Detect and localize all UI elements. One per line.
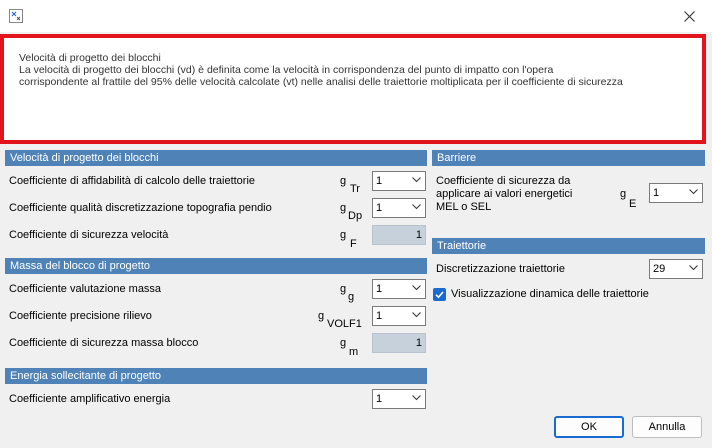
sicurezza-massa-field: 1 [372, 333, 426, 353]
row-subscript: m [349, 346, 359, 358]
row-label-sicurezza-massa: Coefficiente di sicurezza massa blocco [9, 337, 199, 349]
barriers-label-line-2: applicare ai valori energetici [436, 188, 573, 200]
close-icon [683, 10, 695, 22]
row-subscript: F [350, 238, 357, 250]
title-bar [0, 0, 712, 32]
sicurezza-velocita-field: 1 [372, 225, 426, 245]
select-value: 1 [376, 393, 383, 405]
barriers-safety-select[interactable]: 1 [649, 183, 703, 203]
row-label-precisione-rilievo: Coefficiente precisione rilievo [9, 310, 152, 322]
row-subscript: Tr [350, 183, 360, 195]
select-value: 1 [376, 310, 383, 322]
trajectories-discretization-label: Discretizzazione traiettorie [436, 263, 565, 275]
barriers-label-line-3: MEL o SEL [436, 201, 492, 213]
checkmark-icon [435, 291, 444, 299]
chevron-down-icon [412, 177, 421, 183]
info-line-2: corrispondente al frattile del 95% delle… [19, 76, 623, 88]
row-label-sicurezza-velocita: Coefficiente di sicurezza velocità [9, 229, 169, 241]
select-value: 1 [376, 202, 383, 214]
row-symbol-gamma: g [340, 229, 347, 241]
chevron-down-icon [412, 312, 421, 318]
dynamic-visualization-checkbox[interactable] [433, 288, 446, 301]
section-header-mass: Massa del blocco di progetto [5, 258, 427, 274]
dynamic-visualization-label: Visualizzazione dinamica delle traiettor… [451, 288, 649, 300]
section-header-trajectories: Traiettorie [432, 238, 705, 254]
amplificativo-energia-select[interactable]: 1 [372, 389, 426, 409]
row-subscript: VOLF1 [327, 318, 362, 330]
info-title: Velocità di progetto dei blocchi [19, 52, 161, 64]
chevron-down-icon [412, 395, 421, 401]
row-symbol-gamma: g [318, 310, 325, 322]
info-line-1: La velocità di progetto dei blocchi (vd)… [19, 64, 554, 76]
chevron-down-icon [689, 265, 698, 271]
row-subscript: g [348, 291, 355, 303]
precisione-rilievo-select[interactable]: 1 [372, 306, 426, 326]
row-label-affidabilita: Coefficiente di affidabilità di calcolo … [9, 175, 256, 187]
row-subscript: E [629, 198, 637, 210]
trajectories-discretization-select[interactable]: 29 [649, 259, 703, 279]
valutazione-massa-select[interactable]: 1 [372, 279, 426, 299]
row-symbol-gamma: g [340, 202, 347, 214]
row-symbol-gamma: g [340, 175, 347, 187]
section-header-energy: Energia sollecitante di progetto [5, 368, 427, 384]
row-symbol-gamma: g [340, 283, 347, 295]
select-value: 1 [376, 283, 383, 295]
affidabilita-select[interactable]: 1 [372, 171, 426, 191]
chevron-down-icon [412, 204, 421, 210]
row-symbol-gamma: g [620, 188, 627, 200]
select-value: 1 [653, 187, 660, 199]
select-value: 1 [376, 175, 383, 187]
section-header-barriers: Barriere [432, 150, 705, 166]
row-label-discretizzazione: Coefficiente qualità discretizzazione to… [9, 202, 272, 214]
chevron-down-icon [412, 285, 421, 291]
barriers-label-line-1: Coefficiente di sicurezza da [436, 175, 571, 187]
row-label-amplificativo-energia: Coefficiente amplificativo energia [9, 393, 171, 405]
discretizzazione-select[interactable]: 1 [372, 198, 426, 218]
select-value: 29 [653, 263, 666, 275]
row-subscript: Dp [348, 210, 363, 222]
app-icon [9, 9, 23, 23]
section-header-velocity: Velocità di progetto dei blocchi [5, 150, 427, 166]
close-button[interactable] [666, 0, 712, 32]
info-box: Velocità di progetto dei blocchi La velo… [0, 34, 706, 144]
chevron-down-icon [689, 189, 698, 195]
ok-button[interactable]: OK [554, 416, 624, 438]
cancel-button[interactable]: Annulla [632, 416, 702, 438]
row-symbol-gamma: g [340, 337, 347, 349]
row-label-valutazione-massa: Coefficiente valutazione massa [9, 283, 162, 295]
